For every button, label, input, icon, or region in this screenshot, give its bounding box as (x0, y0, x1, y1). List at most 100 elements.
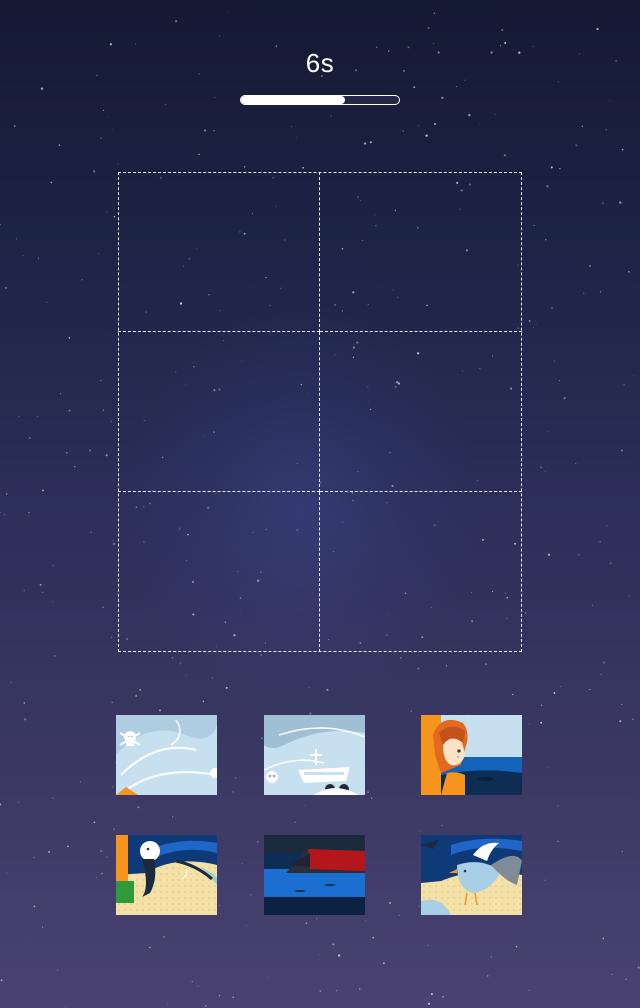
sinking-ship-piece-icon (264, 835, 365, 915)
star (13, 125, 16, 127)
star (100, 137, 102, 139)
star (135, 43, 136, 45)
star (427, 1002, 431, 1005)
girl-crying-piece-icon (421, 715, 522, 795)
star (304, 804, 306, 807)
board-slot-6[interactable] (320, 492, 522, 652)
star (90, 531, 92, 534)
star (139, 688, 142, 691)
star (47, 850, 51, 853)
star (547, 767, 549, 769)
star (93, 821, 96, 824)
star (0, 979, 3, 982)
star (267, 977, 268, 978)
puzzle-piece-5[interactable] (264, 835, 365, 915)
puzzle-piece-4[interactable] (116, 835, 217, 915)
star (105, 454, 108, 457)
puzzle-board (118, 172, 522, 652)
star (619, 201, 622, 204)
star (632, 375, 634, 376)
board-slot-1[interactable] (118, 172, 320, 332)
star (111, 786, 113, 788)
star (105, 335, 107, 337)
star (106, 211, 108, 213)
star (363, 142, 367, 145)
seal-beach-piece-icon (116, 835, 217, 915)
star (308, 687, 310, 689)
puzzle-piece-3[interactable] (421, 715, 522, 795)
star (158, 709, 162, 712)
board-slot-3[interactable] (118, 332, 320, 492)
star (98, 253, 99, 254)
star (6, 493, 8, 495)
star (0, 803, 2, 806)
star (599, 541, 601, 543)
star (443, 85, 444, 87)
star (588, 264, 592, 268)
star (326, 688, 329, 692)
star (260, 654, 263, 656)
star (106, 856, 109, 859)
star (92, 170, 96, 173)
star (211, 677, 213, 679)
board-slot-5[interactable] (118, 492, 320, 652)
star (219, 905, 221, 906)
star (627, 270, 630, 273)
star (609, 562, 612, 565)
star (371, 797, 373, 799)
star (425, 134, 428, 137)
star (175, 20, 178, 23)
board-slot-4[interactable] (320, 332, 522, 492)
star (219, 35, 221, 37)
star (550, 166, 553, 169)
star (554, 360, 556, 362)
star (257, 841, 259, 843)
star (232, 996, 234, 998)
star (10, 681, 12, 684)
star (197, 985, 199, 987)
puzzle-piece-6[interactable] (421, 835, 522, 915)
star (528, 989, 530, 992)
skull-waves-piece-icon (116, 715, 217, 795)
star (23, 589, 26, 592)
puzzle-piece-1[interactable] (116, 715, 217, 795)
star (533, 224, 535, 227)
star (0, 512, 1, 513)
star (539, 465, 541, 467)
star (372, 936, 375, 939)
star (605, 129, 607, 131)
star (4, 286, 7, 289)
ship-wreck-skull-piece-icon (264, 715, 365, 795)
star (563, 397, 566, 400)
star (42, 591, 44, 593)
star (205, 1005, 207, 1007)
star (346, 664, 347, 665)
star (81, 279, 83, 281)
star (58, 144, 61, 146)
star (606, 525, 608, 527)
star (33, 856, 35, 858)
star (413, 86, 416, 89)
star (528, 320, 531, 322)
star (547, 553, 551, 556)
star (203, 129, 207, 132)
star (558, 379, 560, 381)
star (485, 663, 488, 666)
star (80, 329, 82, 331)
timer-label: 6s (305, 48, 335, 78)
star (617, 709, 619, 711)
star (581, 125, 584, 127)
puzzle-piece-2[interactable] (264, 715, 365, 795)
star (214, 97, 216, 98)
star (445, 665, 448, 667)
star (0, 223, 2, 226)
star (68, 337, 71, 339)
star (430, 993, 433, 996)
star (74, 466, 76, 468)
star (66, 452, 68, 454)
star (23, 702, 26, 704)
star (369, 141, 372, 144)
star (433, 43, 435, 45)
star (53, 655, 56, 657)
board-slot-2[interactable] (320, 172, 522, 332)
